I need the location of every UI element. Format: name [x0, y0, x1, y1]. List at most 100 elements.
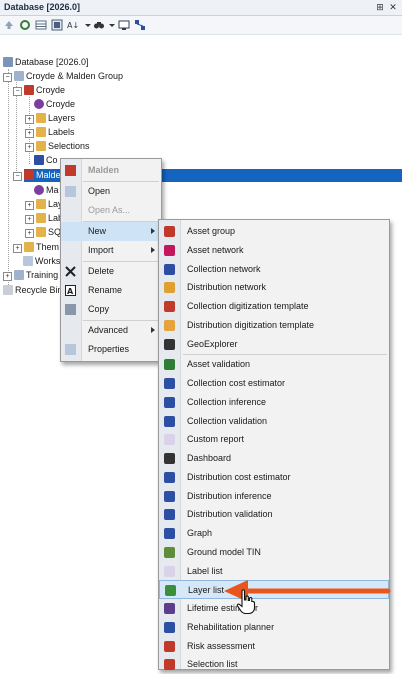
expand-toggle[interactable]: + [25, 129, 34, 138]
menu-item-open-as[interactable]: Open As... [61, 201, 161, 220]
expand-toggle[interactable]: + [25, 115, 34, 124]
network-icon [34, 99, 44, 109]
submenu-item-label: GeoExplorer [187, 338, 238, 349]
submenu-item-label: Collection inference [187, 396, 267, 407]
submenu-item-label: Asset group [187, 226, 236, 236]
tree-item-recycle-bin[interactable]: Recycle Bin [3, 284, 63, 297]
tree-item-ma[interactable]: Ma [34, 184, 59, 197]
menu-item-copy[interactable]: Copy [61, 300, 161, 319]
screen-icon[interactable] [118, 19, 130, 31]
tree-item-croyde-network[interactable]: Croyde [34, 98, 75, 111]
submenu-item-risk-assessment[interactable]: Risk assessment [159, 637, 389, 656]
submenu-item-graph[interactable]: Graph [159, 524, 389, 543]
submenu-item-asset-network[interactable]: Asset network [159, 241, 389, 260]
submenu-item-asset-group[interactable]: Asset group [159, 222, 389, 241]
title-bar: Database [2026.0] ⊞ ✕ [0, 0, 402, 16]
menu-item-advanced[interactable]: Advanced [61, 321, 161, 340]
tree-item-them[interactable]: + Them [13, 241, 59, 254]
submenu-item-dashboard[interactable]: Dashboard [159, 449, 389, 468]
menu-item-properties[interactable]: Properties [61, 340, 161, 359]
expand-toggle[interactable]: + [25, 229, 34, 238]
submenu-item-selection-list[interactable]: Selection list [159, 655, 389, 674]
submenu-item-distribution-cost-estimator[interactable]: Distribution cost estimator [159, 468, 389, 487]
toolbar: A↓ [0, 16, 402, 35]
submenu-item-collection-inference[interactable]: Collection inference [159, 393, 389, 412]
sort-icon[interactable]: A↓ [67, 19, 79, 31]
submenu-item-label: Distribution inference [187, 490, 272, 501]
expand-toggle[interactable]: + [25, 215, 34, 224]
collapse-toggle[interactable]: − [3, 73, 12, 82]
expand-toggle[interactable]: + [25, 143, 34, 152]
submenu-item-label: Collection digitization template [187, 301, 309, 311]
submenu-item-ground-model-tin[interactable]: Ground model TIN [159, 543, 389, 562]
menu-item-new[interactable]: New [61, 222, 161, 241]
submenu-item-distribution-validation[interactable]: Distribution validation [159, 505, 389, 524]
context-menu: Malden Open Open As... New Import Delete… [60, 158, 162, 362]
refresh-icon[interactable] [19, 19, 31, 31]
distribution-network-icon [164, 282, 175, 294]
sql-folder-icon [36, 227, 46, 237]
submenu-item-label: Distribution cost estimator [187, 471, 291, 482]
svg-text:A↓: A↓ [67, 21, 79, 30]
tree-item-lay[interactable]: + Lay [25, 198, 63, 211]
collapse-toggle[interactable]: − [13, 87, 22, 96]
submenu-arrow-icon [151, 327, 155, 333]
menu-item-open[interactable]: Open [61, 182, 161, 201]
submenu-item-collection-validation[interactable]: Collection validation [159, 412, 389, 431]
dropdown-icon[interactable] [106, 19, 118, 31]
close-button[interactable]: ✕ [387, 1, 399, 13]
submenu-item-asset-validation[interactable]: Asset validation [159, 355, 389, 374]
rehab-planner-icon [164, 621, 175, 633]
distribution-validation-icon [164, 509, 175, 521]
tree-item-group[interactable]: − Croyde & Malden Group [3, 70, 123, 83]
submenu-item-collection-cost-estimator[interactable]: Collection cost estimator [159, 374, 389, 393]
tree-item-sq[interactable]: + SQ [25, 226, 61, 239]
collection-cost-icon [164, 378, 175, 389]
grid-icon[interactable] [35, 19, 47, 31]
submenu-item-custom-report[interactable]: Custom report [159, 430, 389, 449]
submenu-item-label: Selection list [187, 659, 238, 670]
submenu-item-distribution-network[interactable]: Distribution network [159, 278, 389, 297]
collapse-toggle[interactable]: − [13, 172, 22, 181]
submenu-item-label: Risk assessment [187, 640, 256, 651]
submenu-arrow-icon [151, 228, 155, 234]
table-icon[interactable] [51, 19, 63, 31]
menu-item-delete[interactable]: Delete [61, 262, 161, 281]
tree-item-labels[interactable]: + Labels [25, 126, 75, 139]
properties-icon [65, 344, 76, 355]
submenu-item-collection-network[interactable]: Collection network [159, 260, 389, 279]
expand-toggle[interactable]: + [25, 201, 34, 210]
expand-toggle[interactable]: + [3, 272, 12, 281]
network-icon[interactable] [134, 19, 146, 31]
submenu-item-distribution-inference[interactable]: Distribution inference [159, 487, 389, 506]
menu-item-import[interactable]: Import [61, 241, 161, 260]
tree-item-lab[interactable]: + Lab [25, 212, 63, 225]
submenu-item-geoexplorer[interactable]: GeoExplorer [159, 335, 389, 354]
submenu-item-distribution-digitization-template[interactable]: Distribution digitization template [159, 316, 389, 335]
submenu-item-collection-digitization-template[interactable]: Collection digitization template [159, 297, 389, 316]
tree-item-database[interactable]: Database [2026.0] [3, 56, 89, 69]
binoculars-icon[interactable] [93, 19, 105, 31]
tree-item-training[interactable]: + Training [3, 269, 58, 282]
expand-toggle[interactable]: + [13, 244, 22, 253]
tree-item-croyde[interactable]: − Croyde [13, 84, 65, 97]
tree-item-layers[interactable]: + Layers [25, 112, 75, 125]
pin-button[interactable]: ⊞ [374, 1, 386, 13]
tree-item-works[interactable]: Works [23, 255, 60, 268]
lifetime-icon [164, 603, 175, 614]
tree-item-malden[interactable]: − Malden [13, 169, 66, 182]
asset-group-icon [164, 226, 175, 237]
up-arrow-icon[interactable] [3, 19, 15, 31]
submenu-item-label: Dashboard [187, 453, 232, 463]
distribution-inference-icon [164, 490, 175, 502]
submenu-item-label: Distribution network [187, 282, 267, 293]
group-icon [14, 71, 24, 81]
tree-line [8, 69, 9, 289]
submenu-item-label: Collection network [187, 263, 261, 274]
menu-item-rename[interactable]: A Rename [61, 281, 161, 300]
tree-item-selections[interactable]: + Selections [25, 140, 90, 153]
tree-item-co[interactable]: Co [34, 154, 58, 167]
distribution-template-icon [164, 319, 175, 331]
submenu-item-rehabilitation-planner[interactable]: Rehabilitation planner [159, 618, 389, 637]
ground-model-icon [164, 546, 175, 558]
